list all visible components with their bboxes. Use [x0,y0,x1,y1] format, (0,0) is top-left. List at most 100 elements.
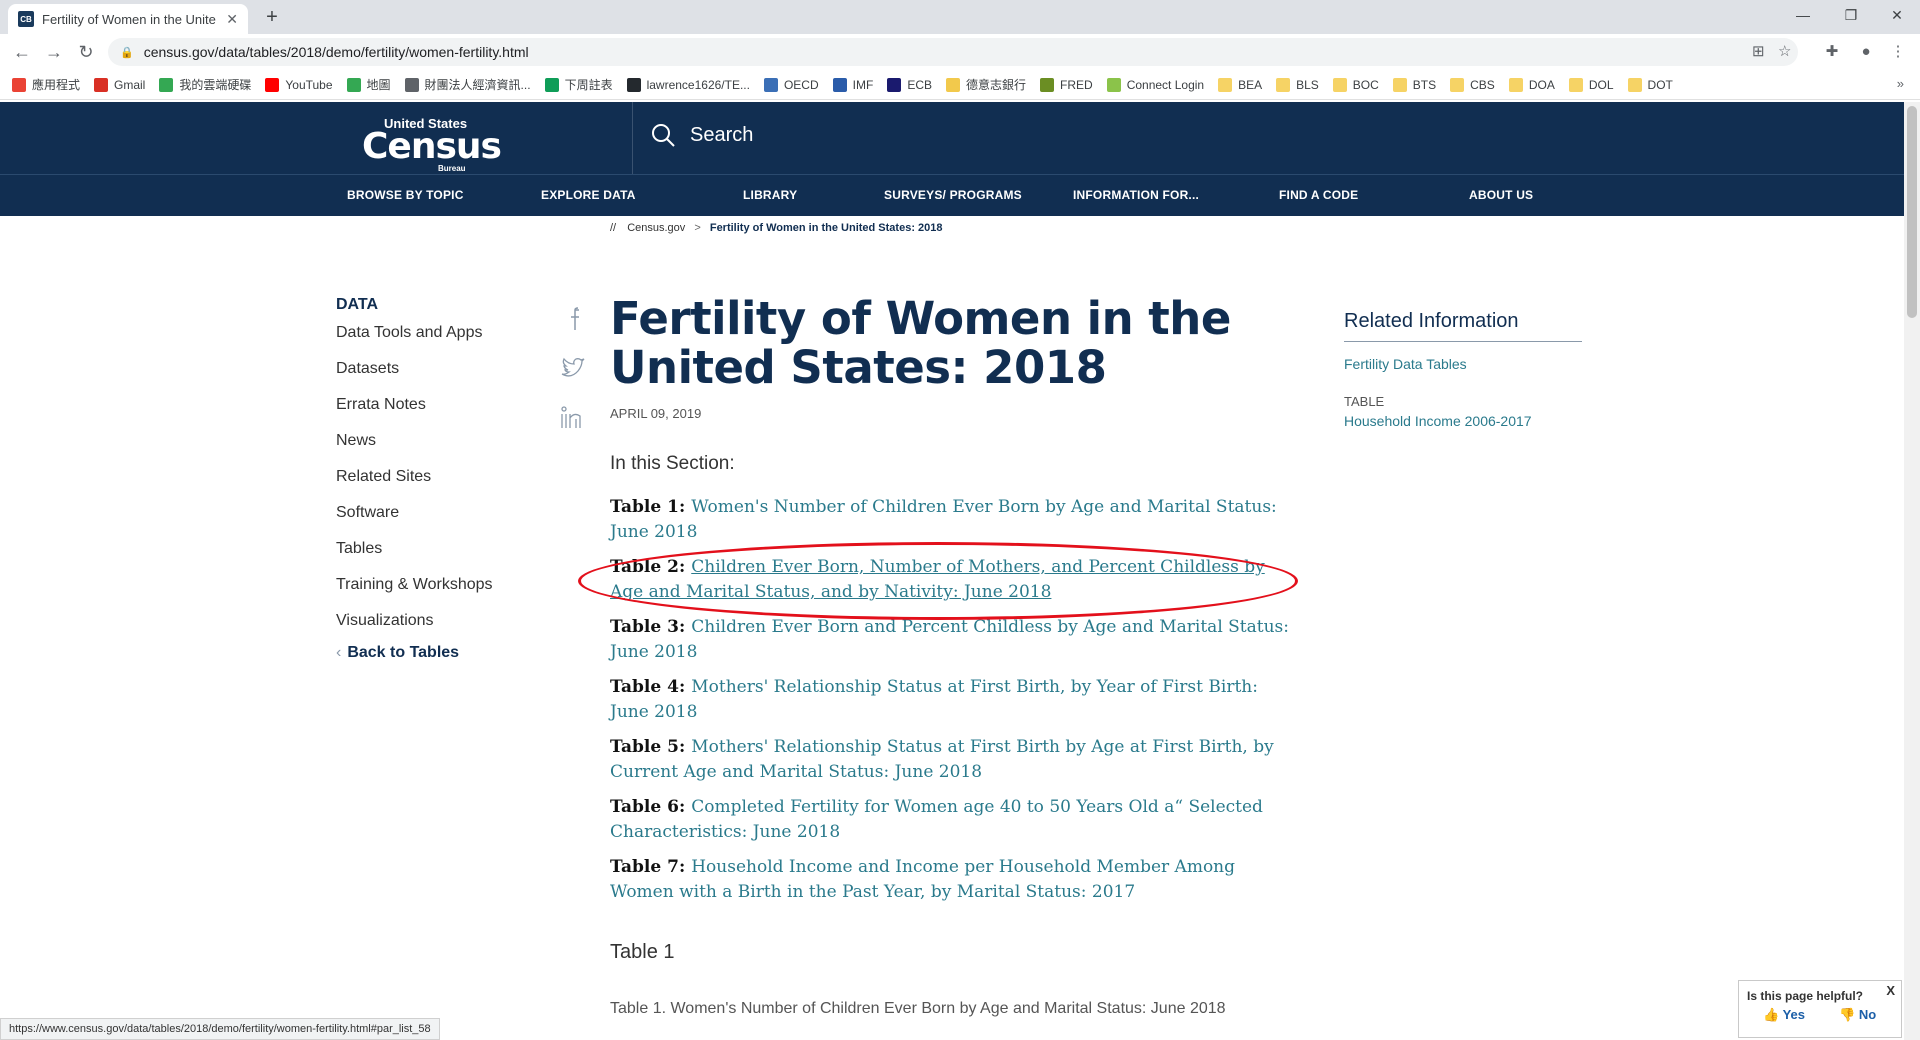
bookmarks-overflow-icon[interactable]: » [1897,76,1904,91]
bookmark-item[interactable]: OECD [763,77,819,92]
bookmark-item[interactable]: BTS [1392,77,1436,92]
bookmark-icon [159,77,174,92]
sidebar-item-errata[interactable]: Errata Notes [336,392,566,428]
bookmark-item[interactable]: DOL [1568,77,1614,92]
nav-find-a-code[interactable]: FIND A CODE [1279,188,1358,202]
bookmark-item[interactable]: 我的雲端硬碟 [159,76,251,93]
bookmark-item[interactable]: lawrence1626/TE... [626,77,750,92]
table-1-heading: Table 1 [610,941,675,963]
sidebar-item-related-sites[interactable]: Related Sites [336,464,566,500]
breadcrumb-current: Fertility of Women in the United States:… [709,222,943,234]
sidebar-item-visualizations[interactable]: Visualizations [336,608,566,644]
new-tab-button[interactable]: + [258,5,286,29]
tab-close-icon[interactable]: ✕ [226,11,238,28]
bookmark-item[interactable]: BLS [1276,77,1319,92]
scrollbar-thumb[interactable] [1907,106,1917,318]
bookmark-item[interactable]: YouTube [265,77,333,92]
bookmark-item[interactable]: BOC [1332,77,1379,92]
list-item: Table 4: Mothers' Relationship Status at … [610,677,1258,722]
bookmark-item[interactable]: BEA [1218,77,1262,92]
extensions-puzzle-icon[interactable]: ✚ [1820,40,1844,64]
browser-toolbar: ← → ↻ 🔒 census.gov/data/tables/2018/demo… [0,34,1920,70]
list-item: Table 5: Mothers' Relationship Status at … [610,737,1274,782]
facebook-icon[interactable] [558,306,588,336]
bookmark-item[interactable]: 地圖 [346,76,391,93]
list-item: Table 6: Completed Fertility for Women ag… [610,797,1263,842]
table-3-link[interactable]: Children Ever Born and Percent Childless… [610,617,1289,662]
table-4-link[interactable]: Mothers' Relationship Status at First Bi… [610,677,1258,722]
header-divider [632,102,633,174]
nav-surveys-programs[interactable]: SURVEYS/ PROGRAMS [884,188,1022,202]
site-header: United States Census Bureau Search [0,102,1904,174]
thumbs-up-icon: 👍 [1763,1007,1780,1022]
url-text: census.gov/data/tables/2018/demo/fertili… [143,44,529,60]
window-close-icon[interactable]: ✕ [1874,0,1920,30]
census-logo[interactable]: United States Census Bureau [362,116,502,173]
status-bar-url: https://www.census.gov/data/tables/2018/… [0,1018,440,1040]
bookmark-item[interactable]: IMF [832,77,873,92]
translate-icon[interactable]: ⊞ [1752,38,1765,66]
breadcrumb-home-link[interactable]: Census.gov [627,222,685,234]
bookmark-item[interactable]: CBS [1450,77,1495,92]
sidebar-item-news[interactable]: News [336,428,566,464]
bookmark-item[interactable]: Connect Login [1106,77,1204,92]
address-bar[interactable]: 🔒 census.gov/data/tables/2018/demo/ferti… [108,38,1798,66]
nav-explore-data[interactable]: EXPLORE DATA [541,188,636,202]
bookmark-item[interactable]: 德意志銀行 [946,76,1026,93]
publish-date: APRIL 09, 2019 [610,406,702,421]
twitter-icon[interactable] [558,357,588,387]
profile-avatar-icon[interactable]: ● [1854,40,1878,64]
nav-about-us[interactable]: ABOUT US [1469,188,1533,202]
sidebar-item-training[interactable]: Training & Workshops [336,572,566,608]
feedback-yes-button[interactable]: 👍 Yes [1763,1007,1805,1023]
sidebar-item-datasets[interactable]: Datasets [336,356,566,392]
bookmark-item[interactable]: FRED [1040,77,1093,92]
bookmark-item[interactable]: ECB [887,77,932,92]
table-1-description: Table 1. Women's Number of Children Ever… [610,1000,1226,1017]
table-7-link[interactable]: Household Income and Income per Househol… [610,857,1235,902]
nav-library[interactable]: LIBRARY [743,188,797,202]
bookmark-icon [1450,77,1465,92]
bookmark-item[interactable]: Gmail [94,77,145,92]
main-nav: BROWSE BY TOPIC EXPLORE DATA LIBRARY SUR… [0,174,1904,216]
bookmark-item[interactable]: 應用程式 [12,76,80,93]
sidebar-item-software[interactable]: Software [336,500,566,536]
household-income-link[interactable]: Household Income 2006-2017 [1344,413,1582,429]
menu-kebab-icon[interactable]: ⋮ [1886,40,1910,64]
bookmark-item[interactable]: 財團法人經濟資訊... [404,76,531,93]
list-item: Table 1: Women's Number of Children Ever … [610,497,1277,542]
bookmark-item[interactable]: DOT [1627,77,1673,92]
bookmark-icon [1568,77,1583,92]
table-6-link[interactable]: Completed Fertility for Women age 40 to … [610,797,1263,842]
main-content: Fertility of Women in the United States:… [610,294,1300,1018]
fertility-data-tables-link[interactable]: Fertility Data Tables [1344,356,1582,372]
sidebar-item-data-tools[interactable]: Data Tools and Apps [336,320,566,356]
feedback-question: Is this page helpful? [1747,989,1864,1003]
feedback-no-button[interactable]: 👎 No [1839,1007,1876,1023]
bookmark-icon [94,77,109,92]
nav-browse-by-topic[interactable]: BROWSE BY TOPIC [347,188,464,202]
bookmark-item[interactable]: 下周註表 [544,76,613,93]
bookmark-icon [946,77,960,92]
back-to-tables-link[interactable]: ‹ Back to Tables [336,644,566,662]
feedback-close-button[interactable]: X [1886,983,1895,998]
bookmark-item[interactable]: DOA [1508,77,1555,92]
page-scrollbar[interactable] [1904,102,1920,1040]
back-arrow-icon[interactable]: ← [10,40,34,64]
reload-icon[interactable]: ↻ [74,40,98,64]
table-2-link[interactable]: Children Ever Born, Number of Mothers, a… [610,557,1265,602]
browser-tab[interactable]: CB Fertility of Women in the Unite ✕ [8,4,248,34]
restore-icon[interactable]: ❐ [1828,0,1874,30]
bookmark-star-icon[interactable]: ☆ [1778,38,1791,66]
census-favicon-icon: CB [18,11,34,27]
nav-information-for[interactable]: INFORMATION FOR... [1073,188,1199,202]
table-5-link[interactable]: Mothers' Relationship Status at First Bi… [610,737,1274,782]
linkedin-icon[interactable] [558,406,588,436]
site-search[interactable]: Search [650,122,753,148]
left-sidebar: DATA Data Tools and Apps Datasets Errata… [336,296,566,662]
table-1-link[interactable]: Women's Number of Children Ever Born by … [610,497,1277,542]
forward-arrow-icon[interactable]: → [42,40,66,64]
sidebar-item-tables[interactable]: Tables [336,536,566,572]
minimize-icon[interactable]: — [1780,0,1826,30]
bookmark-icon [1508,77,1523,92]
